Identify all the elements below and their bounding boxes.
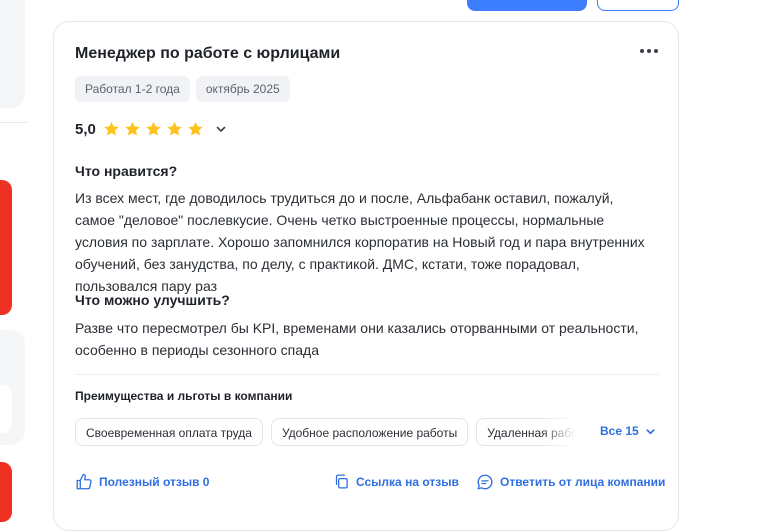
date-tag: октябрь 2025 [195,76,290,102]
rating: 5,0 [75,120,227,138]
benefits-chips: Своевременная оплата труда Удобное распо… [75,418,575,446]
left-inner-block [0,385,12,433]
top-primary-button[interactable] [467,0,587,11]
experience-tag: Работал 1-2 года [75,76,190,102]
likes-heading: Что нравится? [75,163,178,179]
star-icon [188,121,203,136]
chips-fade [540,418,576,446]
reply-button[interactable]: Ответить от лица компании [476,473,665,491]
chevron-down-icon [646,428,655,434]
review-tags: Работал 1-2 года октябрь 2025 [75,76,290,102]
star-icon [146,121,161,136]
rating-value: 5,0 [75,120,96,138]
star-icon [104,121,119,136]
helpful-button[interactable]: Полезный отзыв 0 [75,473,209,491]
likes-text: Из всех мест, где доводилось трудиться д… [75,190,645,294]
left-red-banner-lower[interactable] [0,462,12,522]
benefits-heading: Преимущества и льготы в компании [75,389,293,403]
improve-heading: Что можно улучшить? [75,292,230,308]
thumbs-up-icon [76,473,92,490]
star-icon [167,121,182,136]
left-panel-card [0,0,25,108]
copy-link-button[interactable]: Ссылка на отзыв [333,473,459,490]
copy-icon [335,474,348,489]
reply-label: Ответить от лица компании [500,475,666,489]
review-card: Менеджер по работе с юрлицами Работал 1-… [53,21,679,531]
helpful-label: Полезный отзыв 0 [99,475,210,489]
copy-link-label: Ссылка на отзыв [356,474,459,489]
improve-text: Разве что пересмотрел бы KPI, временами … [75,320,639,358]
divider [75,374,659,375]
more-options-icon[interactable] [638,42,660,60]
left-divider [0,122,27,123]
benefit-chip[interactable]: Удобное расположение работы [270,418,469,446]
review-title: Менеджер по работе с юрлицами [75,45,341,62]
all-benefits-button[interactable]: Все 15 [600,424,656,438]
comment-icon [477,474,493,490]
benefit-chip[interactable]: Своевременная оплата труда [75,418,263,446]
star-icon [125,121,140,136]
all-benefits-label: Все 15 [600,424,639,438]
left-red-banner[interactable] [0,180,12,315]
chevron-down-icon[interactable] [215,123,227,135]
top-secondary-button[interactable] [597,0,679,11]
